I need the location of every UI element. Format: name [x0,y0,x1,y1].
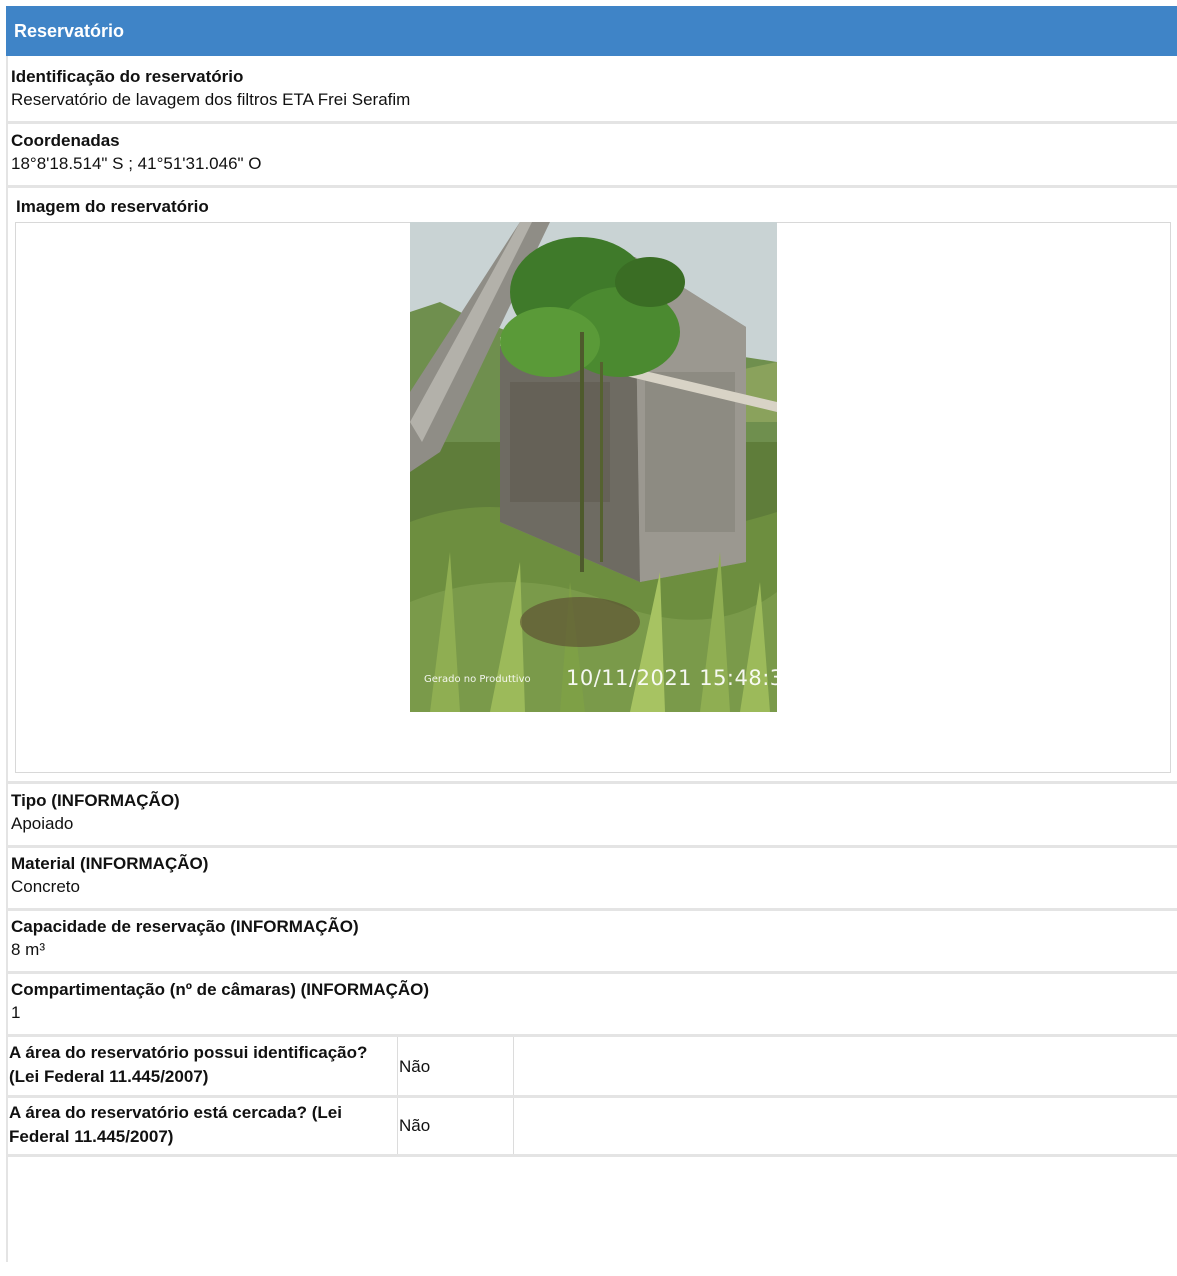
photo-timestamp: 10/11/2021 15:48:35 [566,666,798,690]
field-label: Coordenadas [11,131,120,150]
photo-caption: Gerado no Produttivo [424,674,531,685]
answer-text: Não [399,1057,431,1076]
divider [6,1154,1177,1157]
question-text: A área do reservatório possui identifica… [9,1043,368,1086]
field-label: Material (INFORMAÇÃO) [11,854,209,873]
question-row: A área do reservatório está cercada? (Le… [6,1100,1177,1156]
field-imagem: Imagem do reservatório [6,189,1177,218]
question-row: A área do reservatório possui identifica… [6,1040,1177,1096]
field-value: 18°8'18.514" S ; 41°51'31.046" O [11,154,262,173]
field-label: Compartimentação (nº de câmaras) (INFORM… [11,980,430,999]
answer-text: Não [399,1116,431,1135]
field-value: Apoiado [11,814,74,833]
divider [6,185,1177,188]
field-label: Tipo (INFORMAÇÃO) [11,791,180,810]
field-capacidade: Capacidade de reservação (INFORMAÇÃO) 8 … [6,908,1177,962]
field-label: Identificação do reservatório [11,67,244,86]
divider [6,1034,1177,1037]
field-value: Concreto [11,877,80,896]
section-title: Reservatório [14,21,125,41]
divider [6,1095,1177,1098]
field-compartimentacao: Compartimentação (nº de câmaras) (INFORM… [6,971,1177,1025]
field-tipo: Tipo (INFORMAÇÃO) Apoiado [6,782,1177,836]
field-value: 1 [11,1003,21,1022]
section-header: Reservatório [6,6,1177,56]
field-label: Capacidade de reservação (INFORMAÇÃO) [11,917,359,936]
field-material: Material (INFORMAÇÃO) Concreto [6,845,1177,899]
field-coordenadas: Coordenadas 18°8'18.514" S ; 41°51'31.04… [6,122,1177,176]
field-value: 8 m³ [11,940,45,959]
field-identificacao: Identificação do reservatório Reservatór… [6,58,1177,112]
question-text: A área do reservatório está cercada? (Le… [9,1103,342,1146]
report-page: Reservatório Identificação do reservatór… [0,0,1177,1276]
reservoir-photo [410,222,777,712]
field-label: Imagem do reservatório [16,197,209,216]
field-value: Reservatório de lavagem dos filtros ETA … [11,90,411,109]
